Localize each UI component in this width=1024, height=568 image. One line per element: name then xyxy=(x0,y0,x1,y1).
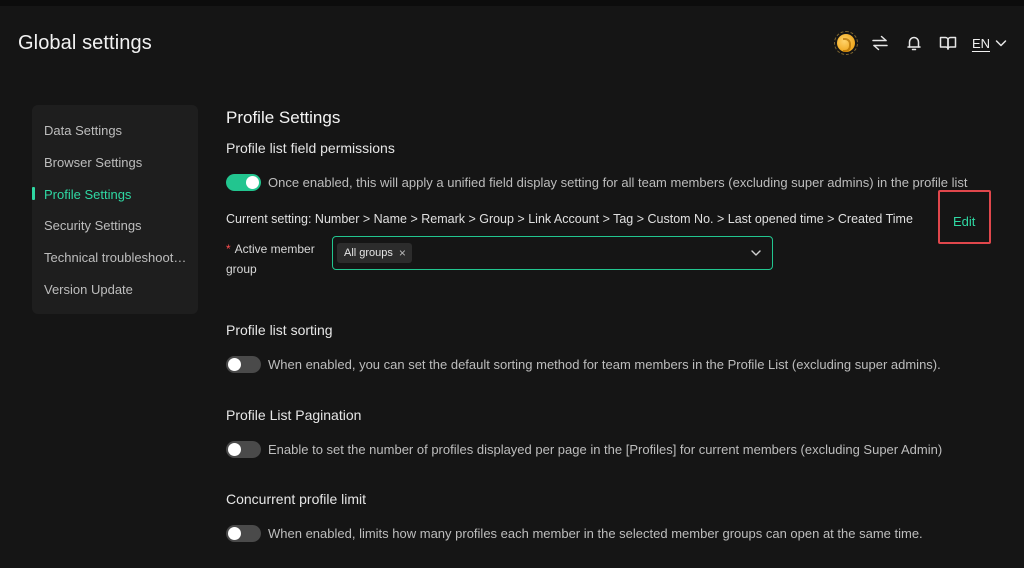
language-selector[interactable]: EN xyxy=(972,36,1008,51)
toggle-knob xyxy=(246,176,259,189)
remove-tag-icon[interactable]: × xyxy=(399,247,406,259)
selected-group-label: All groups xyxy=(344,247,393,259)
sorting-toggle[interactable] xyxy=(226,356,261,373)
member-group-select[interactable]: All groups × xyxy=(332,236,773,270)
bell-icon xyxy=(907,36,921,51)
field-permissions-row: Once enabled, this will apply a unified … xyxy=(226,174,967,191)
page-title: Global settings xyxy=(18,32,152,54)
member-group-label: * Active member group xyxy=(226,239,326,279)
chevron-down-icon xyxy=(751,250,761,256)
current-setting-text: Current setting: Number > Name > Remark … xyxy=(226,212,913,226)
field-permissions-description: Once enabled, this will apply a unified … xyxy=(268,175,968,190)
sidebar-item-profile-settings[interactable]: Profile Settings xyxy=(32,178,198,210)
toggle-knob xyxy=(228,443,241,456)
selected-group-tag: All groups × xyxy=(337,243,412,263)
concurrent-title: Concurrent profile limit xyxy=(226,491,367,507)
sidebar-item-label: Version Update xyxy=(44,281,133,297)
sidebar-item-label: Browser Settings xyxy=(44,155,143,171)
sidebar-item-label: Profile Settings xyxy=(44,186,132,202)
sidebar-item-data-settings[interactable]: Data Settings xyxy=(32,115,198,147)
required-marker: * xyxy=(226,242,231,256)
pagination-description: Enable to set the number of profiles dis… xyxy=(268,442,943,457)
toggle-knob xyxy=(228,527,241,540)
section-title: Profile Settings xyxy=(226,108,341,127)
sorting-title: Profile list sorting xyxy=(226,322,333,338)
language-label: EN xyxy=(971,35,990,51)
sidebar-item-browser-settings[interactable]: Browser Settings xyxy=(32,147,198,179)
toggle-knob xyxy=(228,358,241,371)
sidebar-item-label: Security Settings xyxy=(44,218,142,234)
switch-arrows-icon xyxy=(872,35,888,51)
switch-button[interactable] xyxy=(870,33,890,53)
concurrent-row: When enabled, limits how many profiles e… xyxy=(226,525,923,542)
pagination-title: Profile List Pagination xyxy=(226,407,362,423)
docs-button[interactable] xyxy=(938,33,958,53)
sidebar-item-label: Technical troubleshooting xyxy=(44,250,188,266)
member-group-label-text: Active member group xyxy=(226,242,315,276)
chevron-down-icon xyxy=(995,40,1007,47)
concurrent-toggle[interactable] xyxy=(226,525,261,542)
edit-field-order-link[interactable]: Edit xyxy=(953,214,975,229)
header-toolbar: EN xyxy=(833,31,1008,55)
notifications-button[interactable] xyxy=(904,33,924,53)
coin-icon xyxy=(833,31,858,55)
sorting-row: When enabled, you can set the default so… xyxy=(226,356,941,373)
pagination-toggle[interactable] xyxy=(226,441,261,458)
pagination-row: Enable to set the number of profiles dis… xyxy=(226,441,942,458)
app-window: Global settings EN Data Settings Browser… xyxy=(0,6,1024,568)
field-permissions-toggle[interactable] xyxy=(226,174,261,191)
settings-sidebar: Data Settings Browser Settings Profile S… xyxy=(32,105,198,314)
sidebar-item-security-settings[interactable]: Security Settings xyxy=(32,210,198,242)
sidebar-item-technical-troubleshooting[interactable]: Technical troubleshooting xyxy=(32,242,198,274)
sidebar-item-version-update[interactable]: Version Update xyxy=(32,273,198,305)
concurrent-description: When enabled, limits how many profiles e… xyxy=(268,526,923,541)
field-permissions-title: Profile list field permissions xyxy=(226,140,395,156)
sorting-description: When enabled, you can set the default so… xyxy=(268,357,941,372)
book-icon xyxy=(939,36,957,50)
sidebar-item-label: Data Settings xyxy=(44,123,123,139)
coin-button[interactable] xyxy=(833,31,858,55)
